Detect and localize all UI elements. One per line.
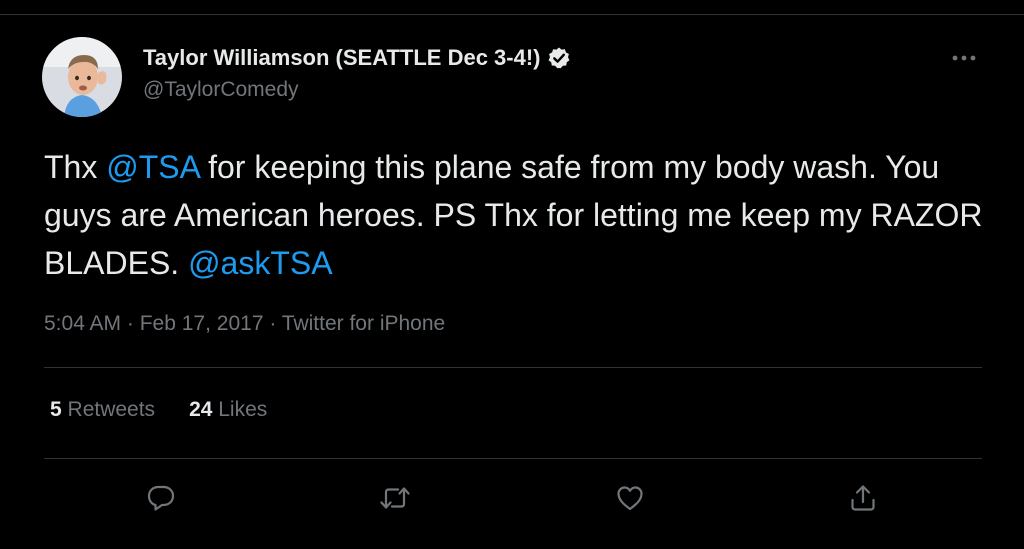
share-button[interactable] [843, 478, 883, 518]
divider [44, 458, 982, 459]
reply-button[interactable] [141, 478, 181, 518]
more-icon [952, 55, 976, 61]
mention-link-tsa[interactable]: @TSA [106, 149, 199, 185]
retweets-label: Retweets [61, 398, 156, 421]
more-options-button[interactable] [946, 46, 982, 70]
share-icon [851, 485, 875, 511]
retweet-icon [380, 487, 410, 509]
likes-count: 24 [189, 398, 213, 421]
tweet-actions [0, 478, 1024, 518]
meta-separator: · [121, 312, 140, 335]
tweet-date[interactable]: Feb 17, 2017 [140, 312, 264, 335]
likes-label: Likes [212, 398, 268, 421]
heart-icon [617, 486, 643, 511]
avatar-image [42, 37, 122, 117]
reply-icon [147, 485, 175, 511]
author-name-row: Taylor Williamson (SEATTLE Dec 3-4!) [143, 43, 571, 73]
avatar[interactable] [42, 37, 122, 117]
meta-separator: · [263, 312, 282, 335]
tweet-text-part: Thx [44, 149, 107, 185]
tweet-meta: 5:04 AM · Feb 17, 2017 · Twitter for iPh… [44, 312, 445, 336]
tweet-source[interactable]: Twitter for iPhone [282, 312, 445, 335]
likes-stat[interactable]: 24 Likes [189, 398, 267, 422]
author-display-name[interactable]: Taylor Williamson (SEATTLE Dec 3-4!) [143, 45, 541, 71]
top-divider [0, 14, 1024, 15]
verified-badge-icon [547, 46, 571, 70]
tweet-text: Thx @TSA for keeping this plane safe fro… [44, 143, 994, 287]
tweet-stats: 5 Retweets 24 Likes [50, 398, 301, 422]
divider [44, 367, 982, 368]
tweet-time[interactable]: 5:04 AM [44, 312, 121, 335]
retweets-count: 5 [50, 398, 62, 421]
retweets-stat[interactable]: 5 Retweets [50, 398, 155, 422]
retweet-button[interactable] [375, 478, 415, 518]
author-handle[interactable]: @TaylorComedy [143, 78, 299, 102]
mention-link-asktsa[interactable]: @askTSA [188, 245, 333, 281]
like-button[interactable] [610, 478, 650, 518]
